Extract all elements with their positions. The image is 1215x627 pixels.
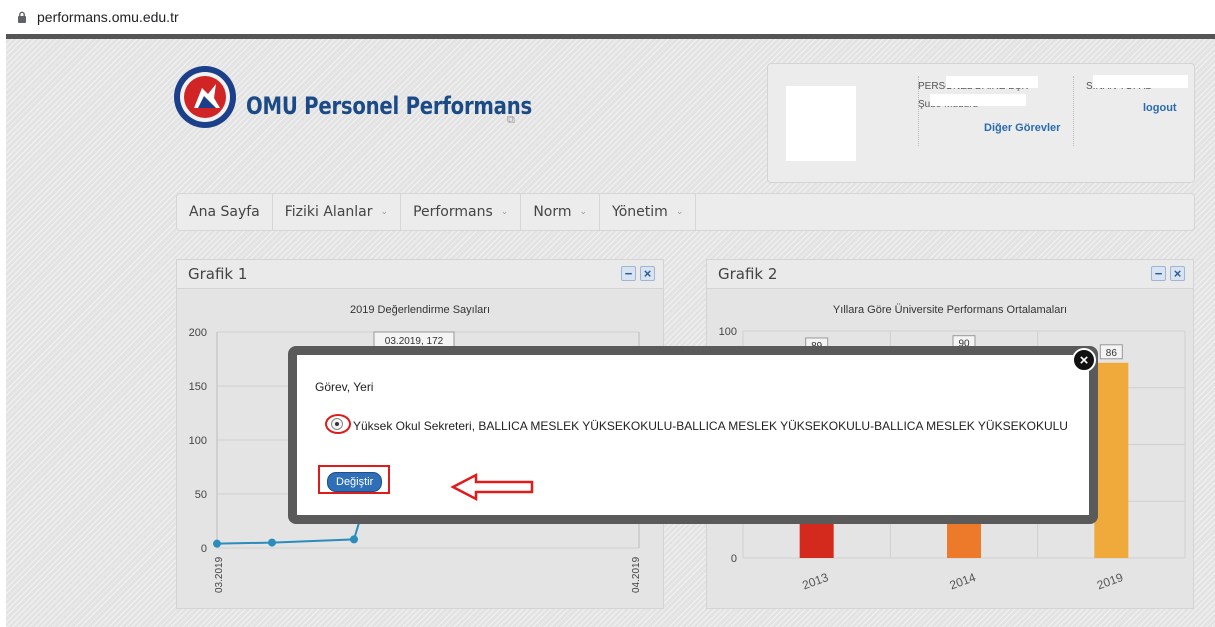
- nav-label: Ana Sayfa: [189, 204, 260, 220]
- y-tick-label: 0: [731, 553, 737, 565]
- nav-label: Fiziki Alanlar: [284, 204, 373, 220]
- data-label: 86: [1106, 348, 1118, 359]
- y-tick-label: 100: [189, 435, 207, 447]
- highlight-box: [318, 465, 390, 494]
- other-roles-link[interactable]: Diğer Görevler: [984, 122, 1060, 134]
- main-nav: Ana Sayfa Fiziki Alanlar ⌄ Performans ⌄ No…: [176, 193, 1195, 231]
- annotation-arrow: [450, 472, 534, 502]
- modal-section-label: Görev, Yeri: [315, 380, 374, 394]
- role-option-label[interactable]: Yüksek Okul Sekreteri, BALLICA MESLEK YÜ…: [315, 419, 1075, 433]
- highlight-ring: [325, 414, 351, 434]
- role-select-modal: Görev, Yeri Yüksek Okul Sekreteri, BALLI…: [297, 355, 1089, 515]
- panel-title: Grafik 1: [188, 265, 248, 283]
- close-panel-button[interactable]: ×: [640, 266, 655, 281]
- nav-item-norm[interactable]: Norm ⌄: [521, 194, 601, 230]
- browser-address-bar[interactable]: performans.omu.edu.tr: [0, 0, 1215, 34]
- nav-item-performans[interactable]: Performans ⌄: [401, 194, 522, 230]
- x-tick-label: 2019: [1095, 570, 1125, 592]
- university-logo[interactable]: [172, 64, 238, 130]
- nav-label: Yönetim: [612, 204, 668, 220]
- nav-label: Norm: [533, 204, 572, 220]
- nav-item-fiziki-alanlar[interactable]: Fiziki Alanlar ⌄: [273, 194, 402, 230]
- nav-label: Performans: [413, 204, 493, 220]
- lock-icon: [18, 11, 26, 23]
- y-tick-label: 50: [195, 489, 207, 501]
- logout-link[interactable]: logout: [1143, 102, 1177, 114]
- close-modal-button[interactable]: ×: [1072, 348, 1096, 372]
- redaction: [946, 76, 1038, 88]
- panel-header: Grafik 1 − ×: [177, 260, 663, 289]
- y-tick-label: 100: [719, 326, 737, 338]
- redacted-photo: [786, 86, 856, 161]
- divider: [1073, 76, 1074, 146]
- user-info-box: PERSONEL DAİRE BŞK Şube Müdürü SİNAN TOP…: [767, 63, 1195, 183]
- chart-title: 2019 Değerlendirme Sayıları: [350, 304, 490, 316]
- minimize-button[interactable]: −: [621, 266, 636, 281]
- panel-header: Grafik 2 − ×: [707, 260, 1193, 289]
- data-point: [350, 535, 358, 544]
- nav-item-ana-sayfa[interactable]: Ana Sayfa: [177, 194, 273, 230]
- app-title[interactable]: OMU Personel Performans: [246, 92, 532, 120]
- chevron-down-icon: ⌄: [579, 207, 588, 217]
- data-point: [268, 538, 276, 547]
- redaction: [930, 94, 1026, 106]
- bar: [1094, 362, 1129, 558]
- panel-title: Grafik 2: [718, 265, 778, 283]
- external-link-icon[interactable]: ⧉: [507, 114, 515, 127]
- redaction: [1093, 75, 1188, 88]
- chevron-down-icon: ⌄: [500, 207, 509, 217]
- url-text[interactable]: performans.omu.edu.tr: [37, 9, 179, 25]
- x-tick-label: 2013: [800, 570, 830, 592]
- chart-title: Yıllara Göre Üniversite Performans Ortal…: [833, 304, 1067, 316]
- data-point: [213, 539, 221, 548]
- close-panel-button[interactable]: ×: [1170, 266, 1185, 281]
- chevron-down-icon: ⌄: [675, 207, 684, 217]
- y-tick-label: 150: [189, 381, 207, 393]
- y-tick-label: 0: [201, 543, 207, 555]
- x-tick-label: 2014: [948, 570, 978, 592]
- y-tick-label: 200: [189, 327, 207, 339]
- nav-item-yonetim[interactable]: Yönetim ⌄: [600, 194, 697, 230]
- modal-overlay: Görev, Yeri Yüksek Okul Sekreteri, BALLI…: [288, 346, 1098, 524]
- minimize-button[interactable]: −: [1151, 266, 1166, 281]
- x-tick-label: 03.2019: [214, 556, 225, 593]
- x-tick-label: 04.2019: [631, 556, 642, 593]
- chevron-down-icon: ⌄: [380, 207, 389, 217]
